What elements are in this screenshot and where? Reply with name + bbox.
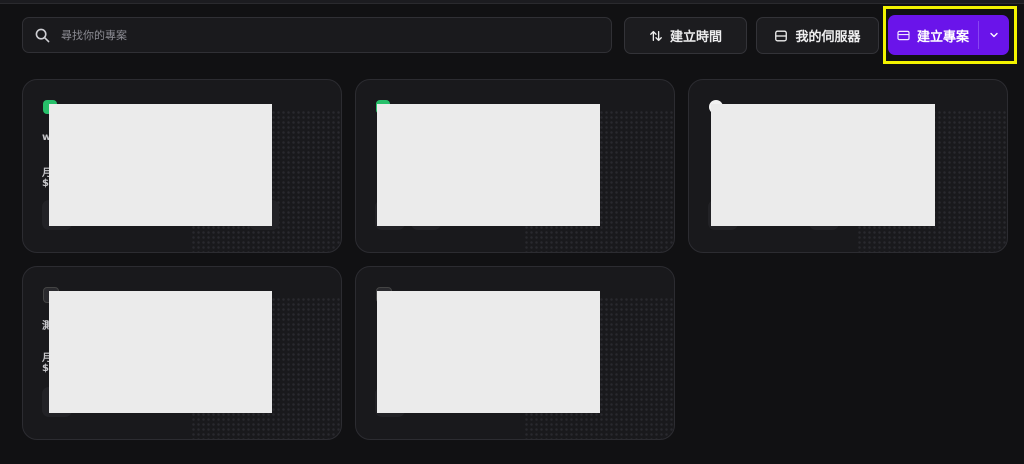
sort-arrows-icon — [650, 30, 662, 41]
project-card[interactable] — [355, 266, 675, 440]
create-options-dropdown[interactable] — [979, 15, 1009, 55]
project-card[interactable] — [688, 79, 1008, 253]
servers-button-label: 我的伺服器 — [795, 30, 861, 45]
project-card[interactable]: 測 月 $ — [22, 266, 342, 440]
create-project-button[interactable]: 建立專案 — [888, 15, 978, 55]
sort-by-created-button[interactable]: 建立時間 — [624, 17, 747, 54]
redacted-region — [377, 291, 600, 413]
create-project-label: 建立專案 — [916, 29, 969, 45]
search-input[interactable] — [59, 27, 583, 43]
project-cost: $ — [42, 363, 49, 374]
redacted-region — [711, 104, 935, 226]
top-divider — [0, 0, 1024, 4]
redacted-region — [377, 104, 600, 226]
redacted-region — [49, 104, 272, 226]
sort-button-label: 建立時間 — [669, 30, 722, 45]
search-icon — [35, 28, 50, 42]
project-card[interactable] — [355, 79, 675, 253]
card-icon — [897, 30, 910, 40]
chevron-down-icon — [990, 32, 998, 38]
server-icon — [775, 30, 788, 41]
create-project-split-button[interactable]: 建立專案 — [888, 15, 1009, 55]
redacted-region — [49, 291, 272, 413]
my-servers-button[interactable]: 我的伺服器 — [756, 17, 879, 54]
project-search-box[interactable] — [22, 17, 612, 53]
project-cost: $ — [42, 178, 49, 189]
project-card[interactable]: w 月 $ — [22, 79, 342, 253]
